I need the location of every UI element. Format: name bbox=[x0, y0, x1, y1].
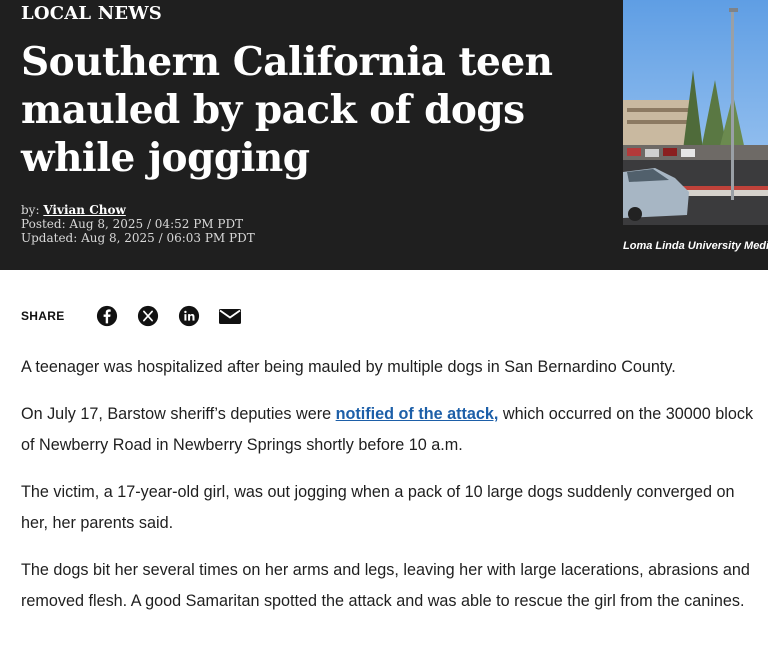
facebook-icon bbox=[96, 305, 117, 327]
article-paragraph: The victim, a 17-year-old girl, was out … bbox=[21, 483, 735, 532]
facebook-share-button[interactable] bbox=[95, 304, 119, 328]
share-label: SHARE bbox=[21, 309, 65, 323]
hero-photo bbox=[623, 0, 768, 225]
share-bar: SHARE bbox=[21, 300, 259, 332]
article-body: A teenager was hospitalized after being … bbox=[21, 352, 761, 633]
author-link[interactable]: Vivian Chow bbox=[43, 203, 125, 217]
article-hero: LOCAL NEWS Southern California teen maul… bbox=[0, 0, 768, 270]
article-paragraph: On July 17, Barstow sheriff’s deputies w… bbox=[21, 399, 761, 461]
notified-of-attack-link[interactable]: notified of the attack, bbox=[336, 405, 499, 423]
x-icon bbox=[137, 305, 158, 327]
byline: by: Vivian Chow bbox=[21, 203, 255, 217]
updated-date: Updated: Aug 8, 2025 / 06:03 PM PDT bbox=[21, 231, 255, 245]
paragraph-text: On July 17, Barstow sheriff’s deputies w… bbox=[21, 405, 336, 423]
article-paragraph: The dogs bit her several times on her ar… bbox=[21, 561, 750, 610]
email-icon bbox=[218, 309, 241, 324]
linkedin-icon bbox=[178, 305, 199, 327]
article-paragraph: A teenager was hospitalized after being … bbox=[21, 358, 676, 376]
x-share-button[interactable] bbox=[136, 304, 160, 328]
section-kicker[interactable]: LOCAL NEWS bbox=[21, 3, 162, 24]
linkedin-share-button[interactable] bbox=[177, 304, 201, 328]
article-headline: Southern California teen mauled by pack … bbox=[21, 39, 553, 181]
email-share-button[interactable] bbox=[218, 304, 242, 328]
byline-prefix: by: bbox=[21, 203, 44, 217]
photo-caption: Loma Linda University Medical Center bbox=[623, 240, 768, 252]
posted-date: Posted: Aug 8, 2025 / 04:52 PM PDT bbox=[21, 217, 244, 231]
article-meta: by: Vivian Chow Posted: Aug 8, 2025 / 04… bbox=[21, 203, 255, 245]
